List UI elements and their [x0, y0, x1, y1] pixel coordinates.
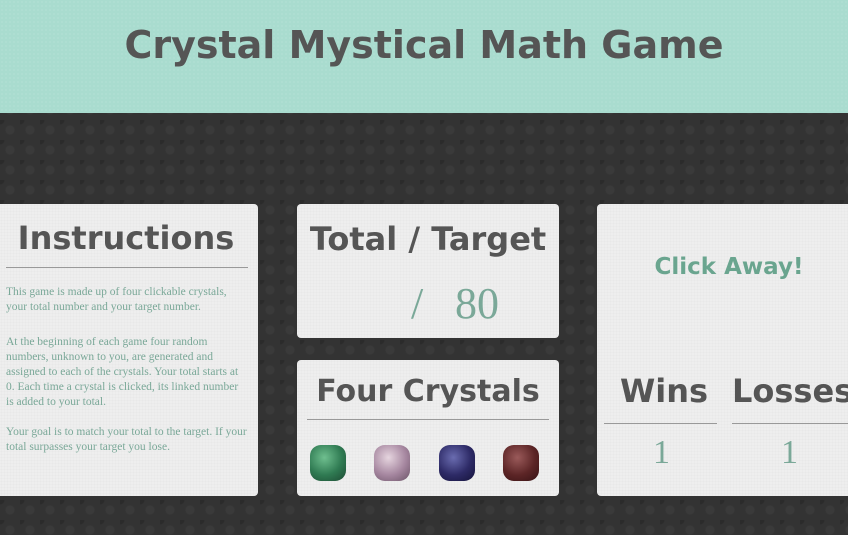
losses-count: 1 [781, 434, 798, 471]
total-target-title: Total / Target [309, 220, 547, 258]
red-crystal-icon[interactable] [503, 445, 539, 481]
wins-label: Wins [620, 372, 709, 410]
target-number: 80 [455, 279, 499, 328]
divider [6, 267, 248, 268]
losses-divider [732, 423, 848, 424]
instructions-paragraph: At the beginning of each game four rando… [6, 336, 239, 408]
crystals-panel: Four Crystals [297, 360, 559, 496]
total-target-panel: Total / Target / 80 [297, 204, 559, 338]
instructions-paragraph: This game is made up of four clickable c… [6, 286, 227, 313]
instructions-title: Instructions [17, 219, 235, 257]
green-crystal-icon[interactable] [310, 445, 346, 481]
instructions-paragraph: Your goal is to match your total to the … [6, 426, 247, 453]
wins-count: 1 [653, 434, 670, 471]
page-title: Crystal Mystical Math Game [124, 22, 724, 67]
wins-divider [604, 423, 717, 424]
totals-row: / 80 [297, 278, 559, 330]
status-panel: Click Away! Wins Losses 1 1 [597, 204, 848, 496]
losses-label: Losses [732, 372, 848, 410]
purple-crystal-icon[interactable] [439, 445, 475, 481]
pink-crystal-icon[interactable] [374, 445, 410, 481]
instructions-panel: Instructions This game is made up of fou… [0, 204, 258, 496]
score-separator: / [411, 279, 424, 328]
status-message: Click Away! [654, 254, 804, 280]
header-banner: Crystal Mystical Math Game [0, 0, 848, 113]
crystals-title: Four Crystals [316, 374, 540, 409]
divider [307, 419, 549, 420]
